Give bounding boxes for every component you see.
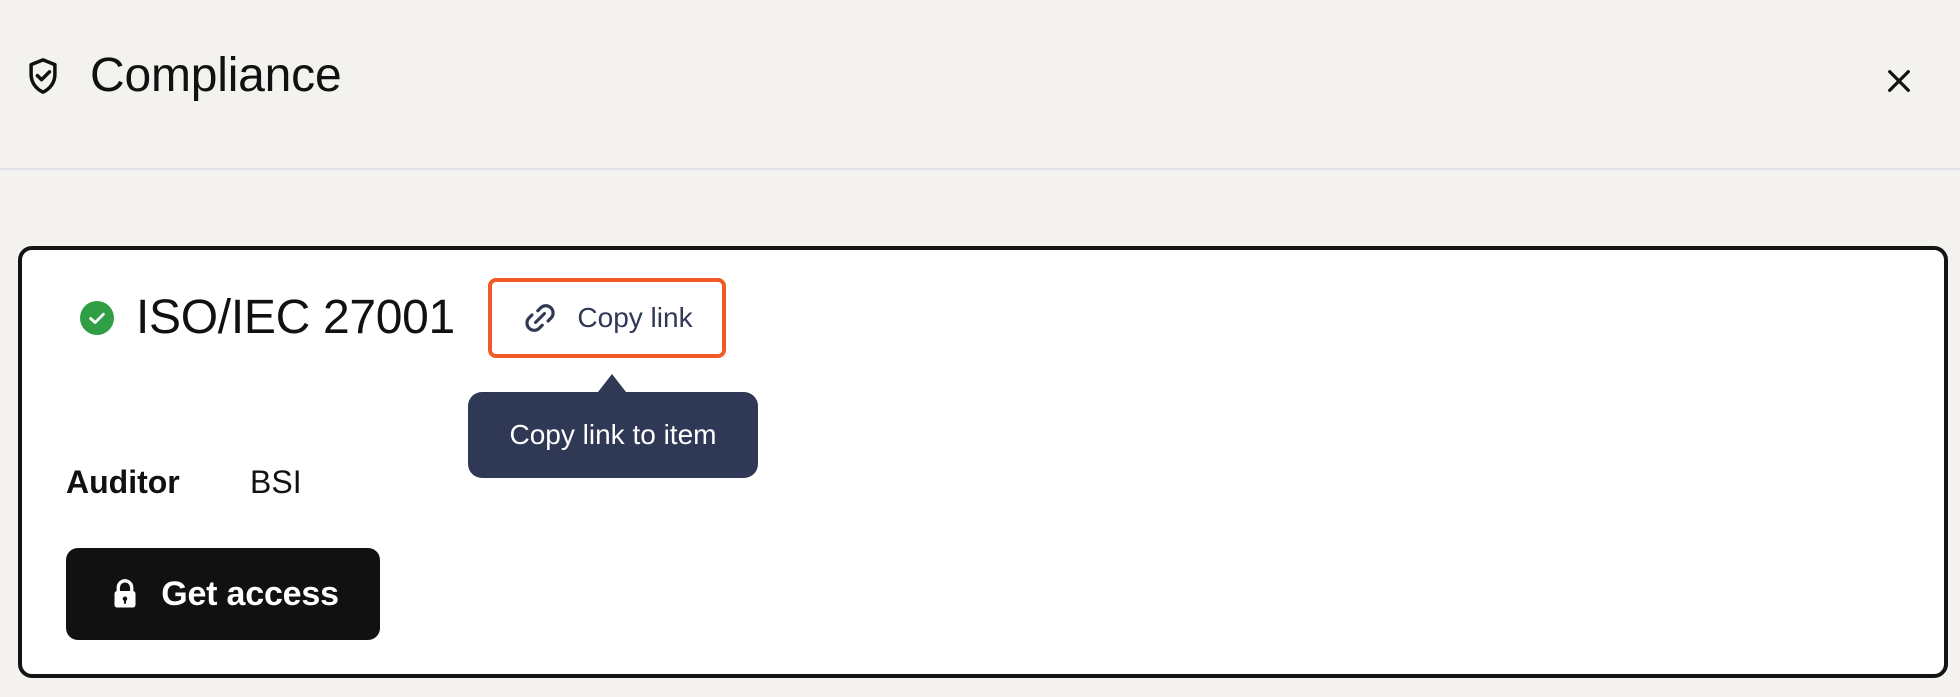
compliance-item-title: ISO/IEC 27001 xyxy=(136,291,455,344)
compliance-item-card: ISO/IEC 27001 Copy link Copy link to ite… xyxy=(18,246,1948,678)
check-circle-icon xyxy=(80,301,114,335)
lock-icon xyxy=(114,579,136,608)
link-icon xyxy=(525,304,556,332)
copy-link-label: Copy link xyxy=(577,302,693,333)
copy-link-button[interactable]: Copy link xyxy=(488,278,726,358)
auditor-label: Auditor xyxy=(66,464,180,500)
page-title: Compliance xyxy=(90,49,342,102)
compliance-header: Compliance xyxy=(0,0,1960,170)
header-title-group: Compliance xyxy=(22,49,342,102)
compliance-item-title-row: ISO/IEC 27001 xyxy=(80,294,455,342)
copy-link-tooltip: Copy link to item xyxy=(468,392,758,478)
close-icon xyxy=(1888,70,1910,92)
tooltip-text: Copy link to item xyxy=(509,419,717,450)
shield-check-icon xyxy=(29,58,57,94)
tooltip-arrow xyxy=(598,374,626,392)
auditor-value: BSI xyxy=(250,464,302,500)
close-button[interactable] xyxy=(1878,60,1920,102)
get-access-label: Get access xyxy=(161,574,339,613)
get-access-button[interactable]: Get access xyxy=(66,548,380,640)
